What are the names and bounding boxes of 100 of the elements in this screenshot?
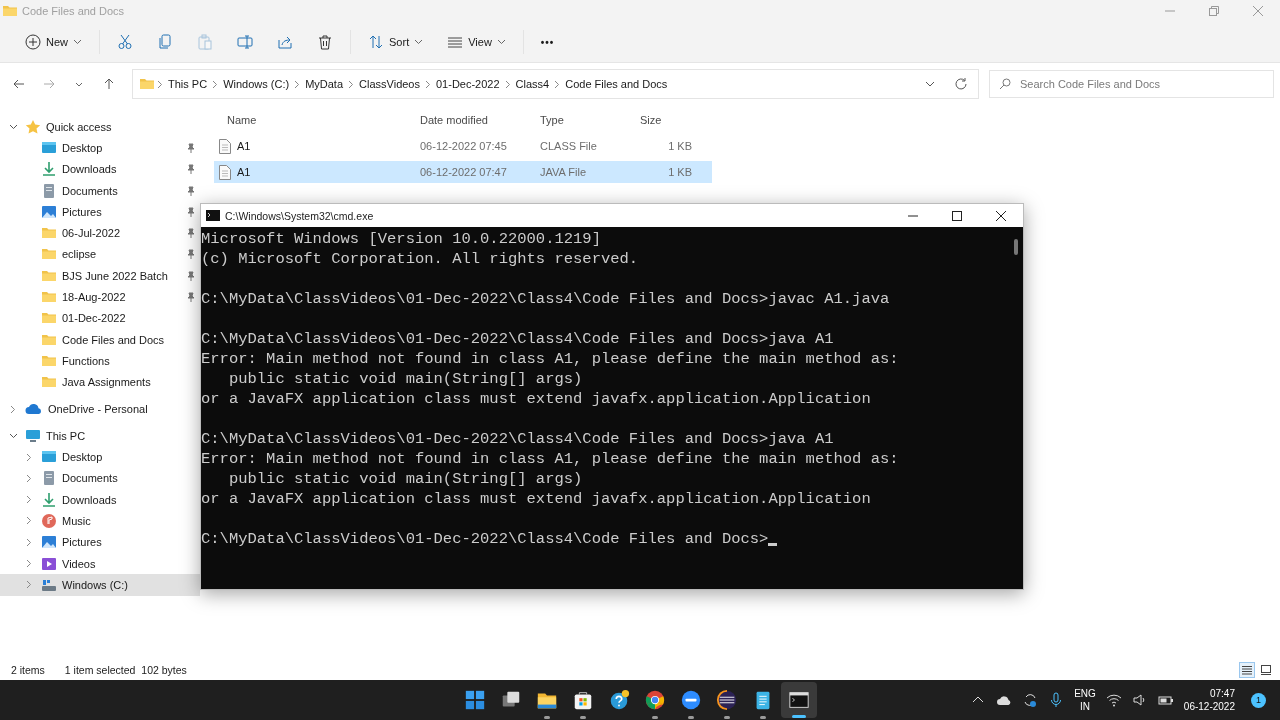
breadcrumb-item[interactable]: 01-Dec-2022 [433,78,503,90]
console-line: C:\MyData\ClassVideos\01-Dec-2022\Class4\Code Files and Docs>javac A1.java [201,289,890,309]
pictures-icon [41,534,57,551]
sidebar-item[interactable]: Java Assignments [0,371,200,393]
column-header[interactable]: Name [214,114,420,126]
wifi-icon[interactable] [1105,692,1122,708]
download-icon [41,491,57,508]
sidebar-item[interactable]: Downloads [0,158,200,180]
plus-icon [25,34,41,50]
sidebar-item[interactable]: Quick access [0,116,200,138]
scrollbar-thumb[interactable] [1014,239,1018,255]
table-cell-text: 06-12-2022 07:47 [420,166,508,178]
search-field[interactable]: Search Code Files and Docs [989,70,1274,98]
sidebar-item[interactable]: Documents [0,467,200,490]
list-icon [447,34,464,50]
chevron-right-icon [554,79,561,89]
window-title: Code Files and Docs [22,5,125,17]
table-cell-text: 1 KB [667,166,693,178]
sidebar-item[interactable]: 06-Jul-2022 [0,222,200,244]
sidebar-item[interactable]: This PC [0,425,200,447]
notification-badge[interactable]: 1 [1251,692,1266,708]
console-line: public static void main(String[] args) [227,369,583,389]
console-line: C:\MyData\ClassVideos\01-Dec-2022\Class4\Code Files and Docs>java A1 [201,429,834,449]
clipboard-icon [197,34,213,50]
sidebar-item[interactable]: eclipse [0,243,200,266]
sidebar-item[interactable]: Videos [0,552,200,575]
sidebar-item[interactable]: Pictures [0,531,200,553]
view-button[interactable]: View [436,27,517,57]
sidebar-item[interactable]: Documents [0,179,200,202]
console-line: Error: Main method not found in class A1, please define the main method as: [201,349,899,369]
table-cell-text: JAVA File [540,166,588,178]
console-line: Error: Main method not found in class A1, please define the main method as: [201,449,899,469]
chevron-down-icon [73,39,82,45]
tiles-view-button[interactable] [1258,662,1274,678]
file-row[interactable]: A1 06-12-2022 07:47 JAVA File 1 KB [214,161,712,183]
sidebar-item[interactable]: Desktop [0,446,200,468]
breadcrumb-item[interactable]: Code Files and Docs [562,78,671,90]
pictures-icon [41,203,57,220]
refresh-icon[interactable] [954,77,968,91]
clock[interactable]: 07:47 06-12-2022 [1183,687,1235,713]
sidebar-item[interactable]: 01-Dec-2022 [0,307,200,329]
chrome-icon [644,689,666,711]
file-name: A1 [237,140,251,152]
more-button[interactable]: ••• [529,27,566,57]
breadcrumb-item[interactable]: ClassVideos [356,78,423,90]
chevron-down-icon [496,39,506,45]
search-icon [999,78,1011,90]
breadcrumb-item[interactable]: MyData [302,78,347,90]
chevron-right-icon [348,79,355,89]
download-icon [41,161,57,178]
address-bar[interactable]: This PC Windows (C:) MyData ClassVideos 01-Dec-2022 Class4 Code Files and Docs [132,69,979,99]
monitor-icon [25,427,41,444]
sort-button[interactable]: Sort [357,27,435,57]
breadcrumb-item[interactable]: Class4 [512,78,553,90]
rename-icon [237,34,253,50]
file-icon [219,138,231,154]
new-button[interactable]: New [14,27,93,57]
sidebar-item[interactable]: Code Files and Docs [0,328,200,351]
table-cell-text: CLASS File [540,140,598,152]
cloud-icon [25,401,43,417]
share-icon [277,34,293,50]
copy-icon [157,34,173,50]
sidebar-item[interactable]: Music [0,510,200,532]
breadcrumb-item[interactable]: This PC [165,78,211,90]
document-icon [41,470,57,487]
language-indicator[interactable]: ENG IN [1074,687,1096,713]
column-header[interactable]: Type [540,114,640,126]
sidebar-item[interactable]: BJS June 2022 Batch [0,265,200,287]
console-line: C:\MyData\ClassVideos\01-Dec-2022\Class4\Code Files and Docs>java A1 [201,329,834,349]
terminal-icon [788,689,810,711]
music-icon [41,513,57,529]
store-icon [572,689,594,711]
sidebar-item[interactable]: OneDrive - Personal [0,398,200,420]
trash-icon [317,34,333,50]
up-icon[interactable] [103,78,115,90]
console-line: Microsoft Windows [Version 10.0.22000.1219] [201,229,601,249]
restore-icon[interactable] [1209,6,1219,16]
back-icon[interactable] [13,78,25,90]
sidebar-item[interactable]: Desktop [0,137,200,159]
sidebar-item[interactable]: Windows (C:) [0,574,200,596]
sidebar-item[interactable]: Downloads [0,489,200,511]
chevron-right-icon [212,79,219,89]
close-icon[interactable] [996,210,1006,221]
column-header[interactable]: Date modified [420,114,540,126]
help-icon [608,689,630,711]
breadcrumb-item[interactable]: Windows (C:) [220,78,293,90]
sidebar-item[interactable]: 18-Aug-2022 [0,286,200,308]
sync-icon[interactable] [1022,692,1039,708]
sidebar-item[interactable]: Functions [0,350,200,372]
sidebar-item[interactable]: Pictures [0,201,200,223]
taskbar-button[interactable] [781,682,817,718]
console-line: (c) Microsoft Corporation. All rights reserved. [201,249,639,269]
details-view-button[interactable] [1239,662,1255,678]
column-header[interactable]: Size [640,114,692,126]
file-icon [219,164,231,180]
maximize-icon[interactable] [952,210,962,221]
star-icon [25,118,41,135]
selection-info: 1 item selected 102 bytes [64,664,187,676]
document-icon [41,182,57,199]
file-row[interactable]: A1 06-12-2022 07:45 CLASS File 1 KB [214,135,712,157]
